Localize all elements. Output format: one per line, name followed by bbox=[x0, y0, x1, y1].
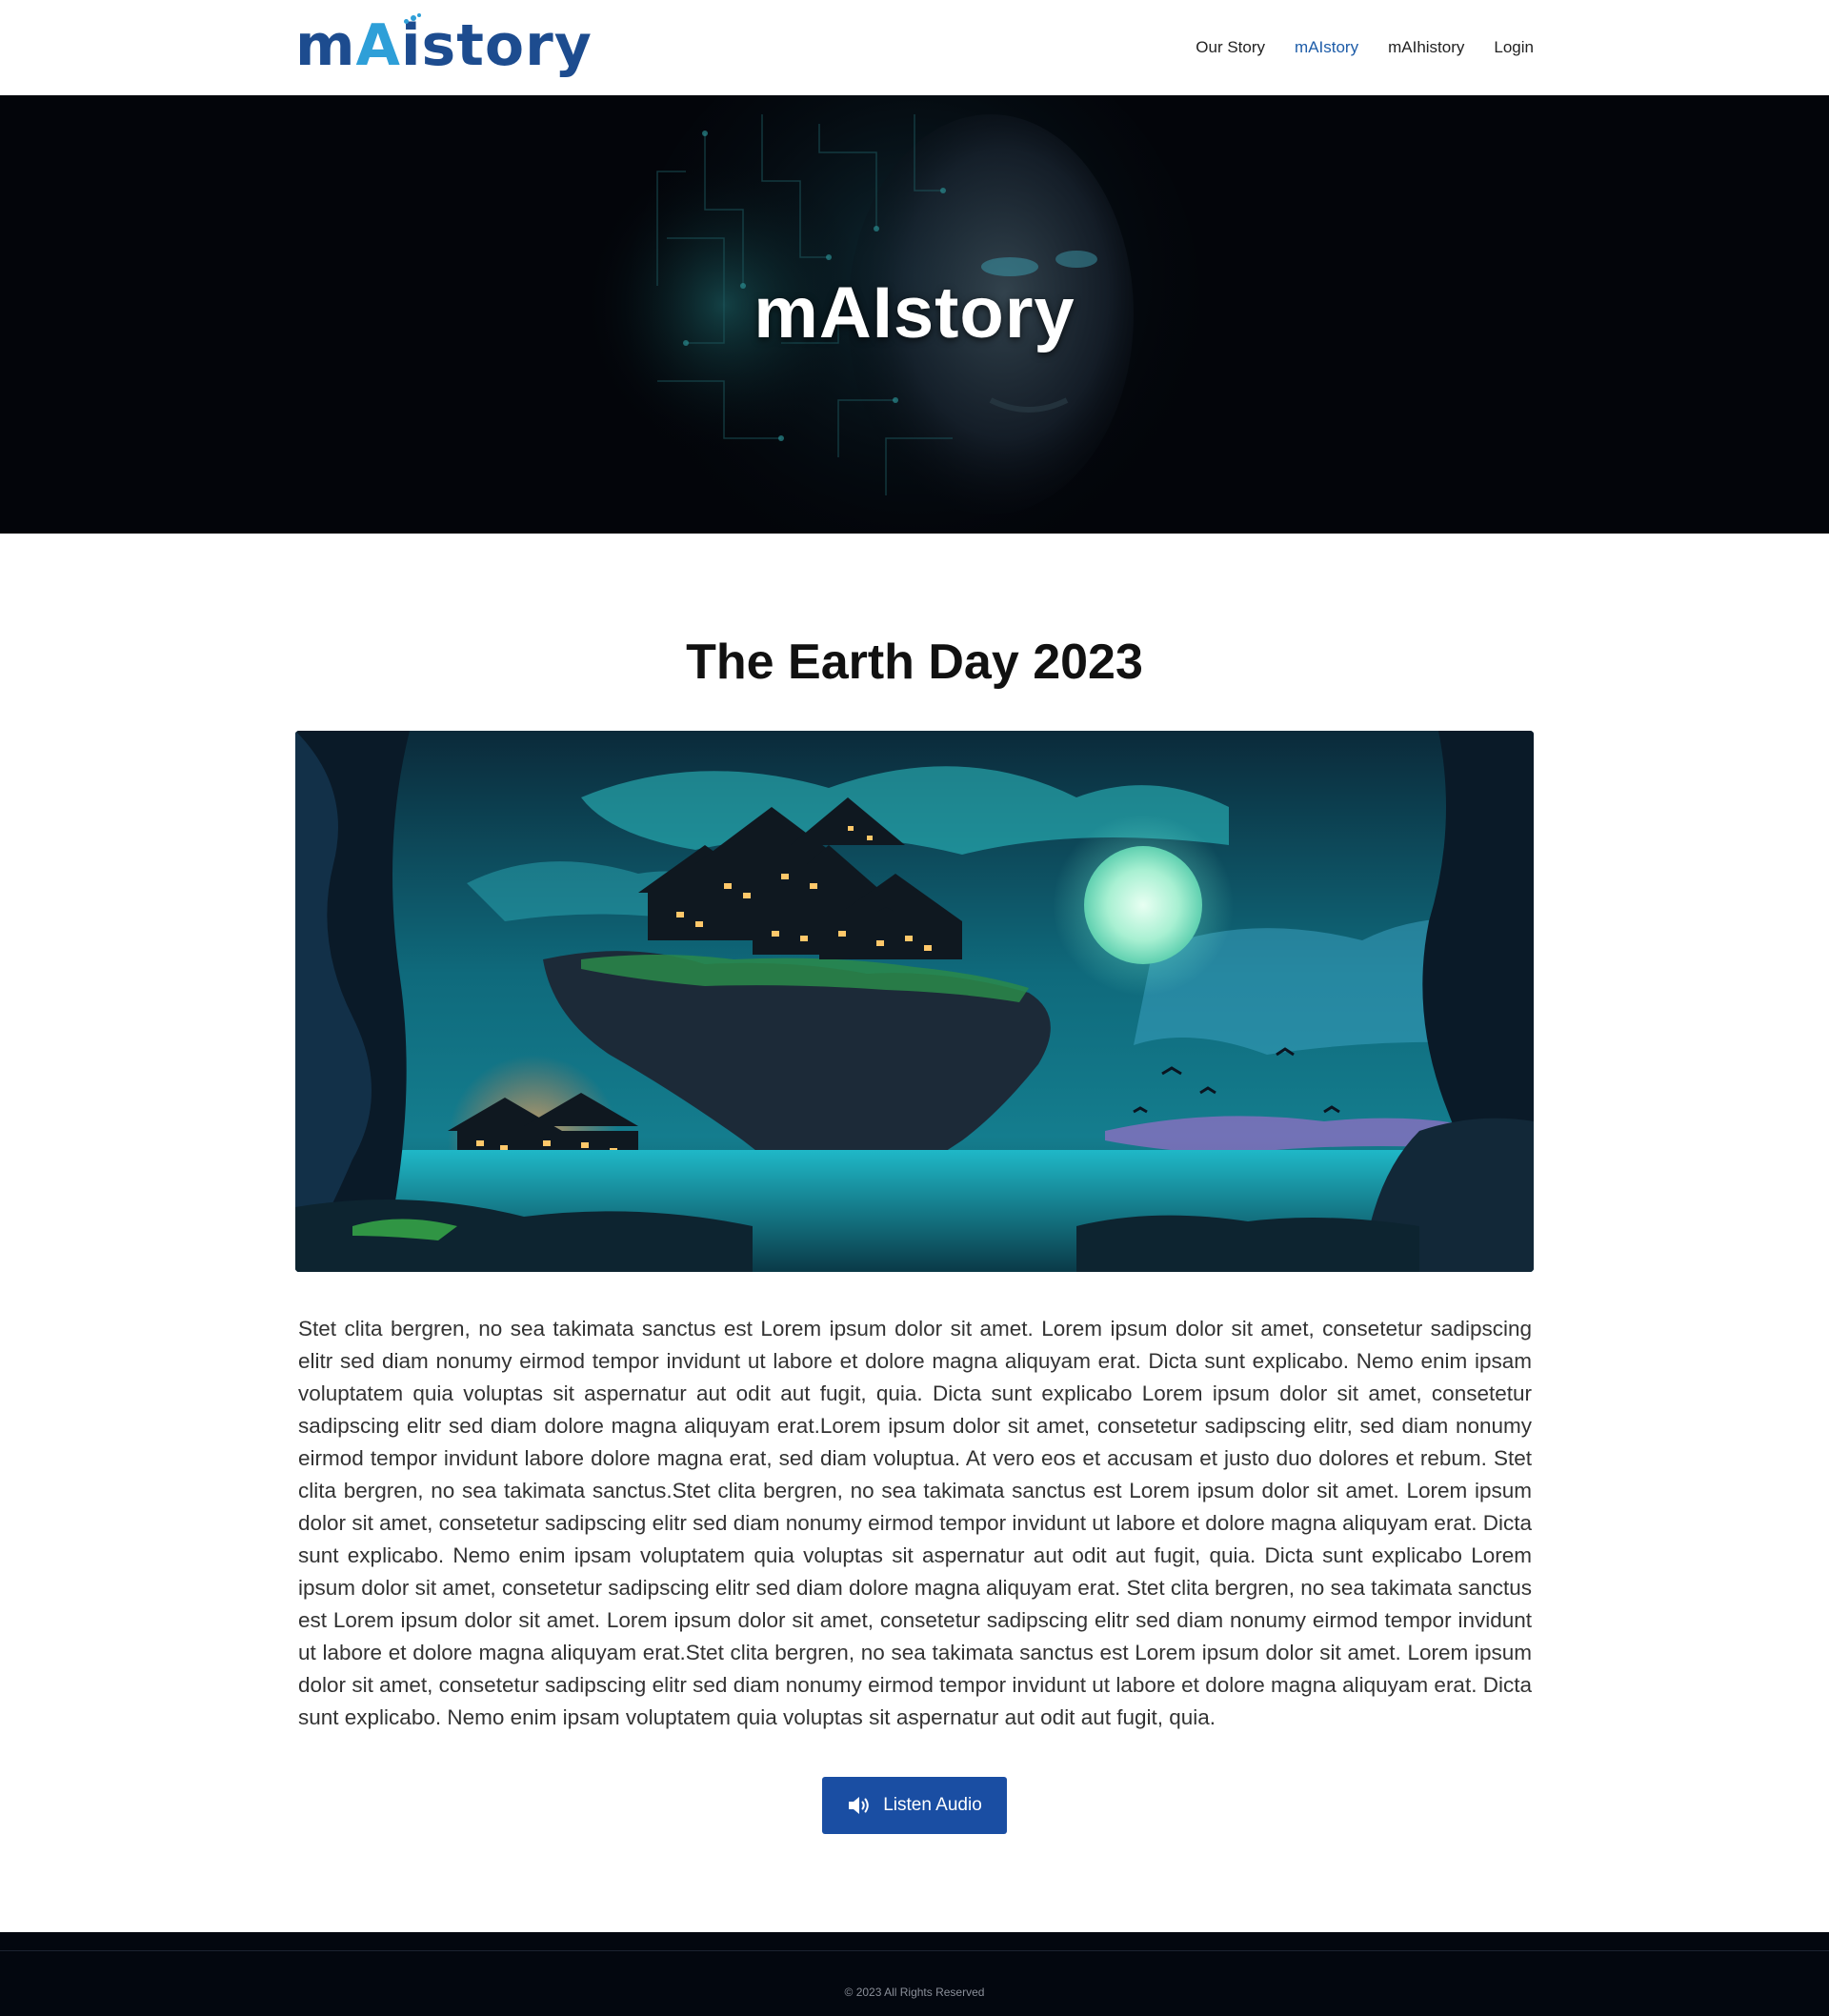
article-title: The Earth Day 2023 bbox=[686, 635, 1143, 690]
nav-maihistory[interactable]: mAIhistory bbox=[1388, 36, 1464, 59]
site-header: mAistory Our Story mAIstory mAIhistory L… bbox=[0, 0, 1829, 95]
listen-audio-button[interactable]: Listen Audio bbox=[822, 1777, 1007, 1834]
site-footer: © 2023 All Rights Reserved bbox=[0, 1932, 1829, 2016]
article-body: Stet clita bergren, no sea takimata sanc… bbox=[298, 1317, 1532, 1729]
listen-audio-label: Listen Audio bbox=[883, 1795, 982, 1815]
logo-text-ai: A bbox=[355, 12, 401, 79]
speaker-icon bbox=[849, 1797, 869, 1814]
site-logo[interactable]: mAistory bbox=[295, 11, 592, 80]
hero-title: mAIstory bbox=[754, 272, 1075, 353]
story-illustration-image bbox=[295, 731, 1534, 1272]
hero-banner: mAIstory bbox=[0, 95, 1829, 534]
floating-island-illustration bbox=[295, 731, 1534, 1272]
logo-text-istory: istory bbox=[400, 12, 593, 79]
main-nav: Our Story mAIstory mAIhistory Login bbox=[1196, 36, 1534, 59]
logo-dots bbox=[400, 13, 423, 27]
nav-login[interactable]: Login bbox=[1494, 36, 1534, 59]
logo-text-m: m bbox=[295, 12, 356, 79]
nav-our-story[interactable]: Our Story bbox=[1196, 36, 1265, 59]
nav-maistory[interactable]: mAIstory bbox=[1295, 36, 1358, 59]
logo-text: mAistory bbox=[295, 11, 592, 80]
footer-divider bbox=[0, 1950, 1829, 1951]
footer-copyright: © 2023 All Rights Reserved bbox=[844, 1986, 985, 1999]
